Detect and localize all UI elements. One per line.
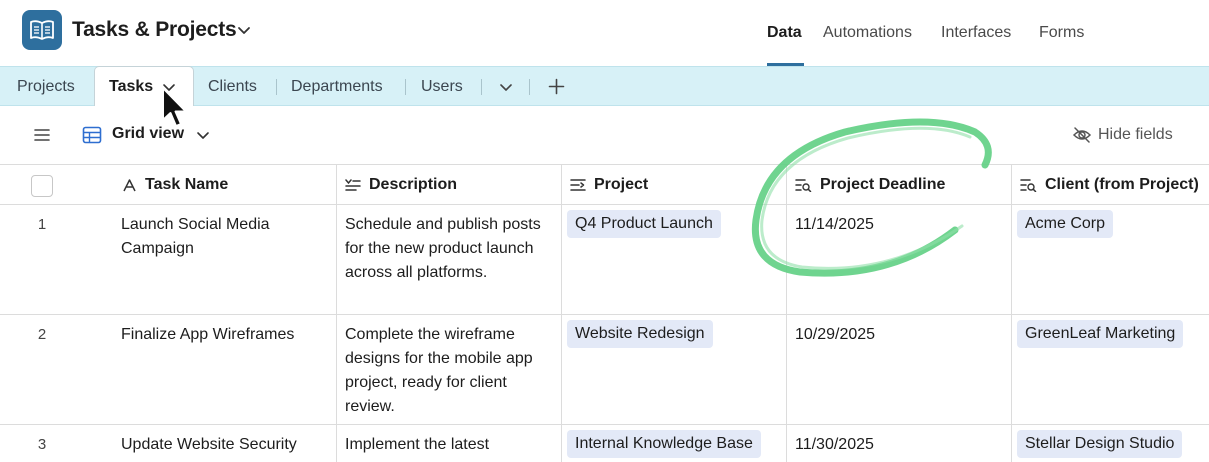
tab-divider xyxy=(481,79,482,95)
task-name-cell[interactable]: Launch Social Media Campaign xyxy=(121,213,321,261)
description-cell[interactable]: Complete the wireframe designs for the m… xyxy=(345,323,555,419)
grid-view-icon[interactable] xyxy=(82,126,102,144)
select-all-checkbox[interactable] xyxy=(31,175,53,197)
deadline-cell[interactable]: 11/30/2025 xyxy=(795,433,874,457)
deadline-cell[interactable]: 11/14/2025 xyxy=(795,213,874,237)
lookup-icon xyxy=(795,179,812,192)
nav-forms[interactable]: Forms xyxy=(1039,0,1084,66)
project-link-pill[interactable]: Q4 Product Launch xyxy=(567,210,721,238)
description-cell[interactable]: Schedule and publish posts for the new p… xyxy=(345,213,555,285)
more-tables-chevron-icon[interactable] xyxy=(499,80,513,94)
mouse-cursor-icon xyxy=(162,87,187,127)
long-text-icon xyxy=(345,179,361,191)
column-header-project[interactable]: Project xyxy=(570,165,648,205)
tab-clients[interactable]: Clients xyxy=(208,67,257,106)
text-a-icon xyxy=(123,179,136,192)
add-table-icon[interactable] xyxy=(548,78,565,95)
hide-fields-button[interactable]: Hide fields xyxy=(1098,126,1173,144)
chevron-down-icon[interactable] xyxy=(236,22,252,38)
task-name-cell[interactable]: Update Website Security xyxy=(121,433,331,457)
nav-data[interactable]: Data xyxy=(767,0,802,66)
column-header-description[interactable]: Description xyxy=(345,165,457,205)
client-pill[interactable]: Acme Corp xyxy=(1017,210,1114,238)
eye-slash-icon[interactable] xyxy=(1072,126,1092,144)
column-label: Task Name xyxy=(145,176,229,193)
deadline-cell[interactable]: 10/29/2025 xyxy=(795,323,875,347)
book-icon[interactable] xyxy=(22,10,62,50)
table-row[interactable]: 1 Launch Social Media Campaign Schedule … xyxy=(0,205,1209,315)
column-label: Client (from Project) xyxy=(1045,176,1199,193)
tab-divider xyxy=(276,79,277,95)
project-link-pill[interactable]: Internal Knowledge Base xyxy=(567,430,761,458)
table-row[interactable]: 2 Finalize App Wireframes Complete the w… xyxy=(0,315,1209,425)
table-row[interactable]: 3 Update Website Security Implement the … xyxy=(0,425,1209,462)
tab-users[interactable]: Users xyxy=(421,67,463,106)
description-cell[interactable]: Implement the latest xyxy=(345,433,555,457)
column-header-client[interactable]: Client (from Project) xyxy=(1020,165,1199,205)
app-header: Tasks & Projects Data Automations Interf… xyxy=(0,0,1209,66)
link-icon xyxy=(570,179,586,191)
row-number: 3 xyxy=(37,436,47,453)
client-pill[interactable]: Stellar Design Studio xyxy=(1017,430,1183,458)
tab-divider xyxy=(405,79,406,95)
project-link-pill[interactable]: Website Redesign xyxy=(567,320,713,348)
base-title[interactable]: Tasks & Projects xyxy=(72,18,237,42)
records-grid: Task Name Description Project Project De… xyxy=(0,164,1209,462)
menu-icon[interactable] xyxy=(33,127,51,143)
chevron-down-icon[interactable] xyxy=(196,128,210,142)
column-label: Description xyxy=(369,176,458,193)
column-label: Project xyxy=(594,176,649,193)
tab-divider xyxy=(529,79,530,95)
column-label: Project Deadline xyxy=(820,176,946,193)
row-number: 2 xyxy=(37,326,47,343)
task-name-cell[interactable]: Finalize App Wireframes xyxy=(121,323,321,347)
grid-header-row: Task Name Description Project Project De… xyxy=(0,164,1209,205)
client-pill[interactable]: GreenLeaf Marketing xyxy=(1017,320,1184,348)
tab-tasks-label: Tasks xyxy=(109,77,154,95)
lookup-icon xyxy=(1020,179,1037,192)
nav-interfaces[interactable]: Interfaces xyxy=(941,0,1011,66)
column-header-task-name[interactable]: Task Name xyxy=(122,165,228,205)
tab-projects[interactable]: Projects xyxy=(17,67,75,106)
nav-automations[interactable]: Automations xyxy=(823,0,912,66)
column-header-project-deadline[interactable]: Project Deadline xyxy=(795,165,945,205)
row-number: 1 xyxy=(37,216,47,233)
tab-departments[interactable]: Departments xyxy=(291,67,383,106)
